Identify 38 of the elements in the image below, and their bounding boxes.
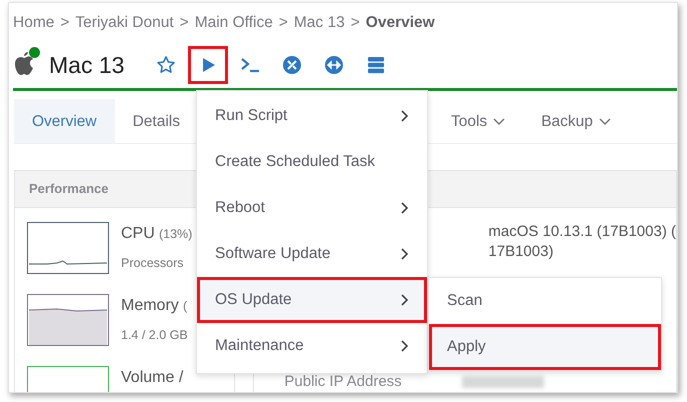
os-version: macOS 10.13.1 (17B1003) ( [488,222,676,242]
menu-item[interactable]: OS Update [197,277,427,323]
metric-name: CPU [121,224,155,242]
tab[interactable]: Tools [433,99,524,144]
server-icon [366,55,386,76]
play-button[interactable] [188,46,228,84]
breadcrumb-separator: > [350,13,360,33]
breadcrumb-separator: > [180,13,189,33]
menu-item[interactable]: Software Update [197,231,427,277]
menu-item[interactable]: Run Script [197,93,427,139]
breadcrumb-link[interactable]: Mac 13 [294,11,345,34]
os-version: 17B1003) [488,242,554,262]
breadcrumb-link[interactable]: Home [13,11,54,34]
device-title: Mac 13 [49,51,124,80]
metric-value: (13%) [158,226,192,241]
arrows-icon [324,55,344,76]
menu-item[interactable]: Apply [429,324,661,370]
tools-icon [282,55,302,76]
apple-icon [13,50,35,76]
metric-value: ( [182,298,188,313]
star-icon [156,55,176,76]
tab[interactable]: Overview [14,99,115,144]
breadcrumb-current: Overview [366,13,435,33]
field-label: Public IP Address [284,372,402,392]
breadcrumb-link[interactable]: Teriyaki Donut [75,11,174,34]
breadcrumb-link[interactable]: Main Office [194,11,273,34]
metric-detail: Processors [121,254,185,272]
metric-name: Volume / [121,368,184,386]
menu-item[interactable]: Create Scheduled Task [197,139,427,185]
menu-item[interactable]: Scan [429,278,661,324]
tab[interactable]: Backup [523,99,629,144]
menu-item[interactable]: Maintenance [197,323,427,369]
metric-detail: 1.4 / 2.0 GB [121,326,188,344]
breadcrumb-separator: > [60,13,70,33]
menu-item[interactable]: Reboot [197,185,427,231]
tab[interactable]: Details [114,99,198,144]
metric-name: Memory [121,296,179,314]
breadcrumb-separator: > [278,13,288,33]
